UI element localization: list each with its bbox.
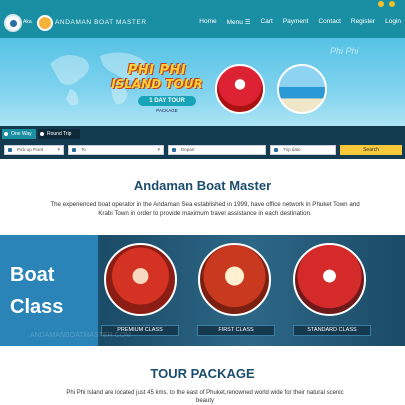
calendar-icon bbox=[172, 148, 176, 152]
trip-date-input[interactable]: Trip date bbox=[270, 145, 336, 155]
standard-class-button[interactable]: STANDARD CLASS bbox=[293, 325, 371, 336]
main-nav: Home Menu ☰ Cart Payment Contact Registe… bbox=[199, 18, 401, 26]
tour-package-title: TOUR PACKAGE bbox=[150, 366, 255, 381]
standard-class-photo[interactable] bbox=[293, 243, 366, 316]
depart-placeholder: Depart bbox=[181, 147, 195, 152]
chevron-down-icon: ▾ bbox=[157, 147, 160, 153]
brand-name[interactable]: ANDAMAN BOAT MASTER bbox=[55, 19, 147, 26]
boat-interior-photo bbox=[215, 64, 265, 114]
company-logo[interactable] bbox=[4, 14, 22, 32]
watermark-text: ANDAMANBOATMASTER.COM bbox=[30, 332, 131, 339]
nav-cart[interactable]: Cart bbox=[261, 18, 273, 26]
hero-title-line1: PHI PHI bbox=[127, 63, 187, 78]
nav-register[interactable]: Register bbox=[351, 18, 375, 26]
hero-title-line2: ISLAND TOUR bbox=[111, 77, 203, 91]
nav-menu[interactable]: Menu ☰ bbox=[227, 18, 251, 26]
brand-logo[interactable] bbox=[37, 15, 53, 31]
logo-mark bbox=[10, 20, 17, 27]
tab-round-trip[interactable]: Round Trip bbox=[38, 129, 80, 139]
hero-banner: PHI PHI ISLAND TOUR 1 DAY TOUR PACKAGE P… bbox=[0, 38, 405, 126]
premium-class-photo[interactable] bbox=[104, 243, 177, 316]
first-class-photo[interactable] bbox=[198, 243, 271, 316]
about-title: Andaman Boat Master bbox=[133, 178, 272, 193]
day-tour-badge: 1 DAY TOUR bbox=[138, 96, 196, 106]
hero-overlay-text: Phi Phi bbox=[330, 46, 359, 56]
boat-title-line2: Class bbox=[10, 296, 64, 318]
destination-placeholder: To bbox=[81, 147, 86, 152]
depart-date-input[interactable]: Depart bbox=[168, 145, 266, 155]
logo-text: Aka bbox=[23, 19, 32, 25]
line-icon[interactable] bbox=[389, 1, 395, 7]
hero-package-label: PACKAGE bbox=[156, 108, 178, 113]
destination-select[interactable]: To ▾ bbox=[68, 145, 164, 155]
chevron-down-icon: ▾ bbox=[57, 147, 60, 153]
first-class-button[interactable]: FIRST CLASS bbox=[197, 325, 275, 336]
boat-title-line1: Boat bbox=[10, 264, 55, 286]
boat-class-title: Boat Class bbox=[10, 259, 63, 323]
site-header: Aka ANDAMAN BOAT MASTER Home Menu ☰ Cart… bbox=[0, 8, 405, 38]
top-strip bbox=[0, 0, 405, 8]
about-text: The experienced boat operator in the And… bbox=[50, 201, 360, 217]
search-button[interactable]: Search bbox=[340, 145, 402, 155]
nav-payment[interactable]: Payment bbox=[283, 18, 309, 26]
pickup-placeholder: Pick up Point bbox=[17, 147, 44, 152]
location-icon bbox=[8, 148, 12, 152]
facebook-icon[interactable] bbox=[378, 1, 384, 7]
pickup-select[interactable]: Pick up Point ▾ bbox=[4, 145, 64, 155]
nav-home[interactable]: Home bbox=[199, 18, 216, 26]
tab-one-way[interactable]: One Way bbox=[2, 129, 36, 139]
nav-login[interactable]: Login bbox=[385, 18, 401, 26]
nav-contact[interactable]: Contact bbox=[318, 18, 340, 26]
location-icon bbox=[72, 148, 76, 152]
beach-photo bbox=[277, 64, 327, 114]
trip-date-placeholder: Trip date bbox=[283, 147, 301, 152]
tour-package-text: Phi Phi Island are located just 45 kms. … bbox=[66, 390, 344, 404]
calendar-icon bbox=[274, 148, 278, 152]
